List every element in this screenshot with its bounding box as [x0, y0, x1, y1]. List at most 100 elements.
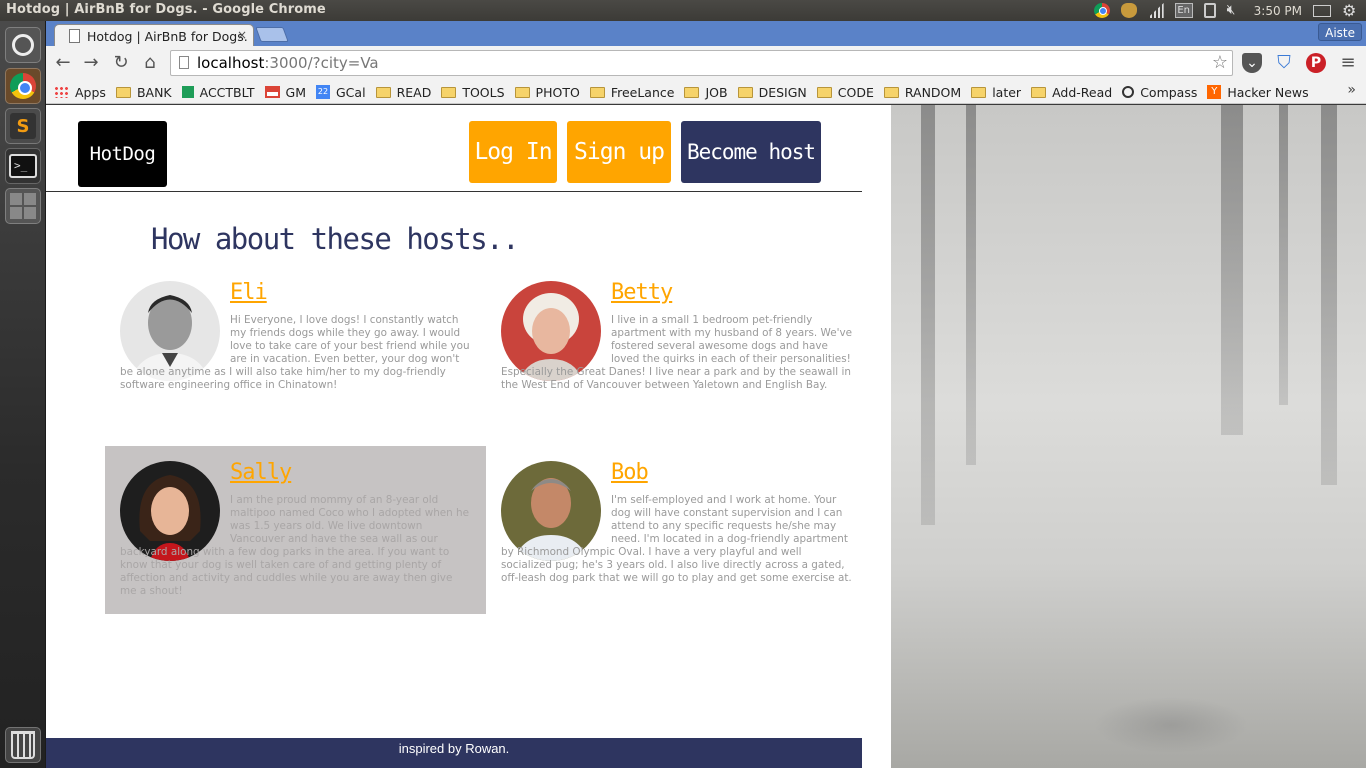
bookmark-label: later	[992, 84, 1022, 100]
back-arrow-icon[interactable]: ←	[52, 52, 74, 74]
folder-icon	[883, 86, 899, 98]
folder-icon	[441, 86, 457, 98]
folder-icon	[684, 86, 700, 98]
host-description: I am the proud mommy of an 8-year old ma…	[120, 494, 470, 597]
bookmark-add-read[interactable]: Add-Read	[1031, 83, 1122, 101]
tree-trunk	[921, 105, 935, 525]
sheets-icon	[181, 86, 194, 98]
bookmark-read[interactable]: READ	[375, 83, 442, 101]
clock[interactable]: 3:50 PM	[1254, 4, 1302, 18]
host-name-link[interactable]: Eli	[230, 280, 268, 305]
keyboard-layout-indicator[interactable]: En	[1174, 3, 1193, 18]
bookmark-photo[interactable]: PHOTO	[514, 83, 590, 101]
host-description: I'm self-employed and I work at home. Yo…	[501, 494, 852, 584]
hacker-news-icon: Y	[1207, 85, 1222, 99]
host-description: Hi Everyone, I love dogs! I constantly w…	[120, 314, 470, 391]
bookmark-label: Add-Read	[1052, 84, 1113, 100]
bookmark-label: FreeLance	[610, 84, 675, 100]
tree-trunk	[1321, 105, 1337, 485]
bookmark-label: GM	[285, 84, 306, 100]
bookmark-bank[interactable]: BANK	[115, 83, 182, 101]
home-icon[interactable]: ⌂	[139, 52, 161, 74]
trash-icon[interactable]	[5, 727, 41, 763]
profile-button[interactable]: Aiste	[1318, 23, 1362, 41]
app-tray-icon[interactable]	[1120, 3, 1137, 18]
folder-icon	[1031, 86, 1047, 98]
bookmark-gcal[interactable]: 22 GCal	[316, 83, 376, 101]
workspace-switcher-icon[interactable]	[5, 188, 41, 224]
become-host-button[interactable]: Become host	[681, 121, 821, 183]
bookmark-label: JOB	[705, 84, 728, 100]
folder-icon	[115, 86, 131, 98]
volume-muted-icon[interactable]: 🔇︎	[1227, 3, 1243, 18]
bookmark-freelance[interactable]: FreeLance	[589, 83, 685, 101]
battery-icon[interactable]	[1203, 3, 1216, 18]
bookmark-later[interactable]: later	[971, 83, 1031, 101]
bookmarks-bar: Apps BANK ACCTBLT GM 22 GCal READ TOOLS PHOTO Fre…	[46, 80, 1366, 104]
signup-button[interactable]: Sign up	[567, 121, 671, 183]
compass-icon	[1122, 86, 1135, 98]
pocket-icon[interactable]: ⌄	[1242, 53, 1262, 73]
main-panel: HotDog Log In Sign up Become host How ab…	[46, 105, 862, 768]
url-path: :3000/?city=Va	[264, 54, 379, 72]
bookmark-label: BANK	[136, 84, 172, 100]
folder-icon	[514, 86, 530, 98]
network-icon[interactable]	[1147, 3, 1164, 18]
login-button[interactable]: Log In	[469, 121, 557, 183]
tab-close-icon[interactable]: ×	[237, 28, 247, 42]
bookmark-random[interactable]: RANDOM	[883, 83, 971, 101]
bookmark-compass[interactable]: Compass	[1122, 83, 1207, 101]
background-photo	[891, 105, 1366, 768]
dash-home-icon[interactable]	[5, 27, 41, 63]
site-logo[interactable]: HotDog	[78, 121, 167, 187]
host-name-link[interactable]: Sally	[230, 460, 292, 485]
bookmark-design[interactable]: DESIGN	[737, 83, 817, 101]
tab-hotdog[interactable]: Hotdog | AirBnB for Dogs. ×	[54, 24, 254, 46]
tree-trunk	[1221, 105, 1243, 435]
site-footer: inspired by Rowan.	[46, 738, 862, 768]
host-card-sally: Sally I am the proud mommy of an 8-year …	[105, 446, 486, 614]
host-description: I live in a small 1 bedroom pet-friendly…	[501, 314, 852, 391]
bookmark-gm[interactable]: GM	[264, 83, 316, 101]
tree-trunk	[966, 105, 976, 465]
mail-icon[interactable]	[1313, 4, 1331, 17]
tree-trunk	[1279, 105, 1288, 405]
page-viewport: HotDog Log In Sign up Become host How ab…	[46, 105, 1366, 768]
bookmark-hacker-news[interactable]: Y Hacker News	[1207, 83, 1318, 101]
bookmark-label: ACCTBLT	[199, 84, 255, 100]
bookmark-acctblt[interactable]: ACCTBLT	[181, 83, 265, 101]
menu-icon[interactable]: ≡	[1338, 53, 1358, 73]
window-title: Hotdog | AirBnB for Dogs. - Google Chrom…	[6, 2, 326, 17]
url-host: localhost	[197, 54, 265, 72]
gmail-icon	[264, 86, 280, 98]
page-icon	[69, 29, 80, 43]
calendar-icon: 22	[316, 85, 330, 99]
bookmark-label: Hacker News	[1227, 84, 1309, 100]
bookmark-code[interactable]: CODE	[816, 83, 884, 101]
folder-icon	[589, 86, 605, 98]
bookmark-apps[interactable]: Apps	[54, 83, 116, 101]
bookmark-tools[interactable]: TOOLS	[441, 83, 514, 101]
new-tab-button[interactable]	[255, 27, 289, 42]
folder-icon	[816, 86, 832, 98]
shield-icon[interactable]: ⛉	[1274, 53, 1294, 73]
host-name-link[interactable]: Betty	[611, 280, 673, 305]
terminal-icon[interactable]: >_	[5, 148, 41, 184]
chrome-launcher-icon[interactable]	[5, 68, 41, 104]
page-heading: How about these hosts..	[151, 222, 520, 256]
forward-arrow-icon[interactable]: →	[80, 52, 102, 74]
bookmark-label: CODE	[837, 84, 874, 100]
reload-icon[interactable]: ↻	[110, 52, 132, 74]
bookmark-star-icon[interactable]: ☆	[1212, 52, 1228, 73]
folder-icon	[971, 86, 987, 98]
pinterest-icon[interactable]: P	[1306, 53, 1326, 73]
bookmark-label: GCal	[336, 84, 366, 100]
page-icon	[179, 56, 189, 69]
bookmark-job[interactable]: JOB	[684, 83, 737, 101]
address-bar[interactable]: localhost:3000/?city=Va ☆	[170, 50, 1233, 76]
chrome-tray-icon[interactable]	[1093, 3, 1110, 18]
more-bookmarks-icon[interactable]: »	[1347, 82, 1356, 98]
gear-icon[interactable]: ⚙	[1342, 3, 1358, 19]
host-name-link[interactable]: Bob	[611, 460, 649, 485]
sublime-text-icon[interactable]: S	[5, 108, 41, 144]
